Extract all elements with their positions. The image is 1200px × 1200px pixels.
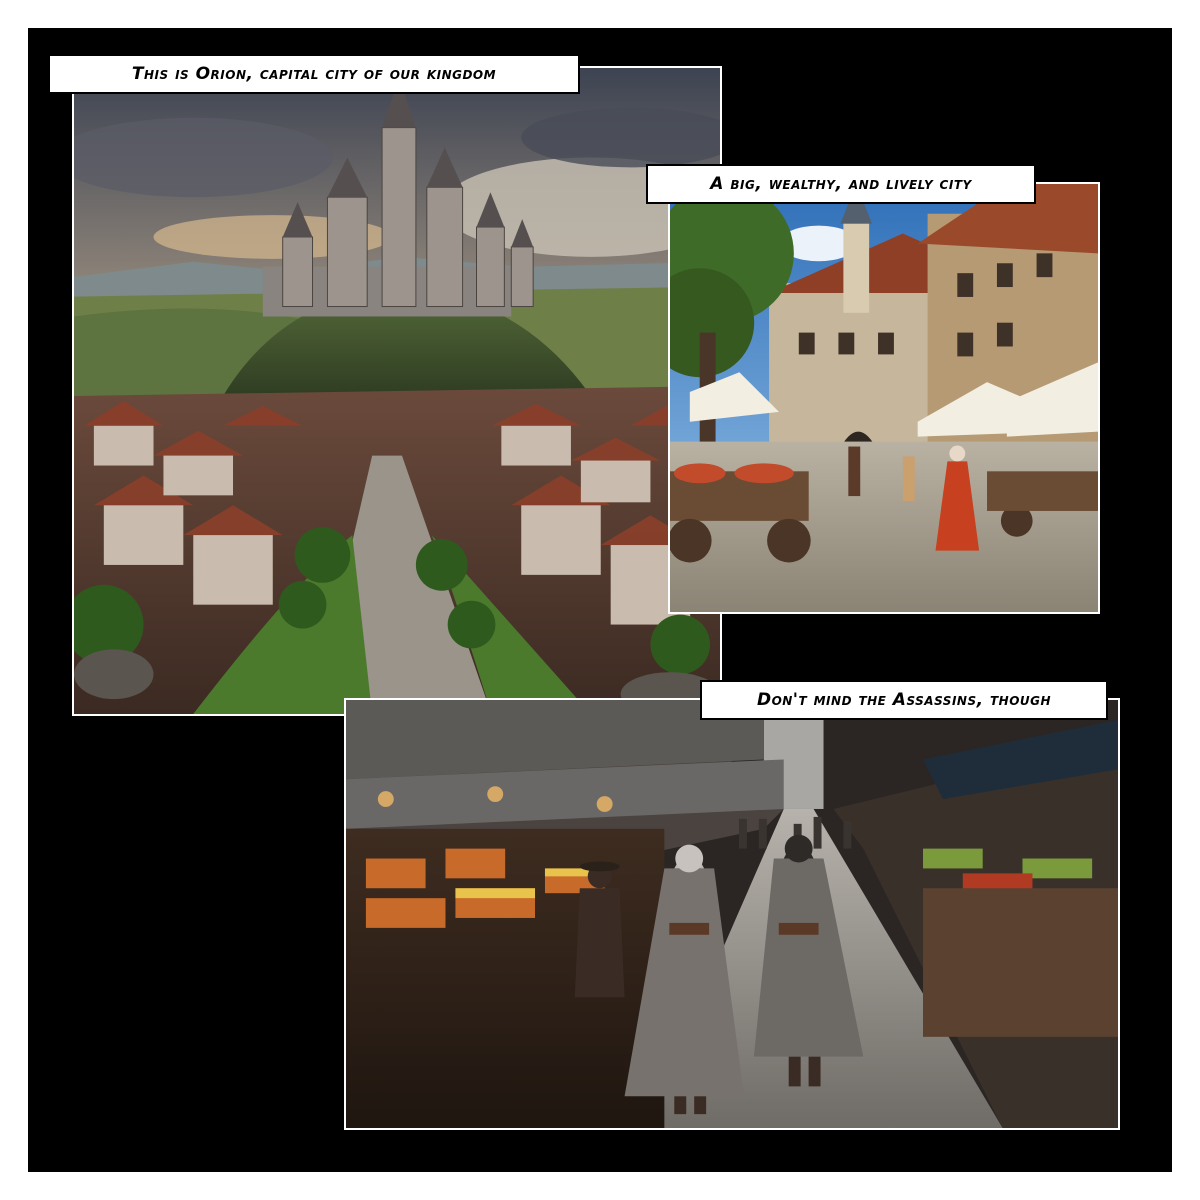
caption-box-3: Don't mind the Assassins, though: [700, 680, 1108, 720]
caption-text-1: This is Orion, capital city of our kingd…: [131, 63, 497, 84]
caption-box-2: A big, wealthy, and lively city: [646, 164, 1036, 204]
panel-market-square: [668, 182, 1100, 614]
panel-castle-overview: [72, 66, 722, 716]
castle-landscape-illustration: [74, 68, 720, 714]
caption-text-2: A big, wealthy, and lively city: [710, 173, 972, 194]
panel-market-street: [344, 698, 1120, 1130]
market-street-illustration: [346, 700, 1118, 1128]
caption-text-3: Don't mind the Assassins, though: [756, 689, 1052, 710]
market-square-illustration: [670, 184, 1098, 612]
caption-box-1: This is Orion, capital city of our kingd…: [48, 54, 580, 94]
